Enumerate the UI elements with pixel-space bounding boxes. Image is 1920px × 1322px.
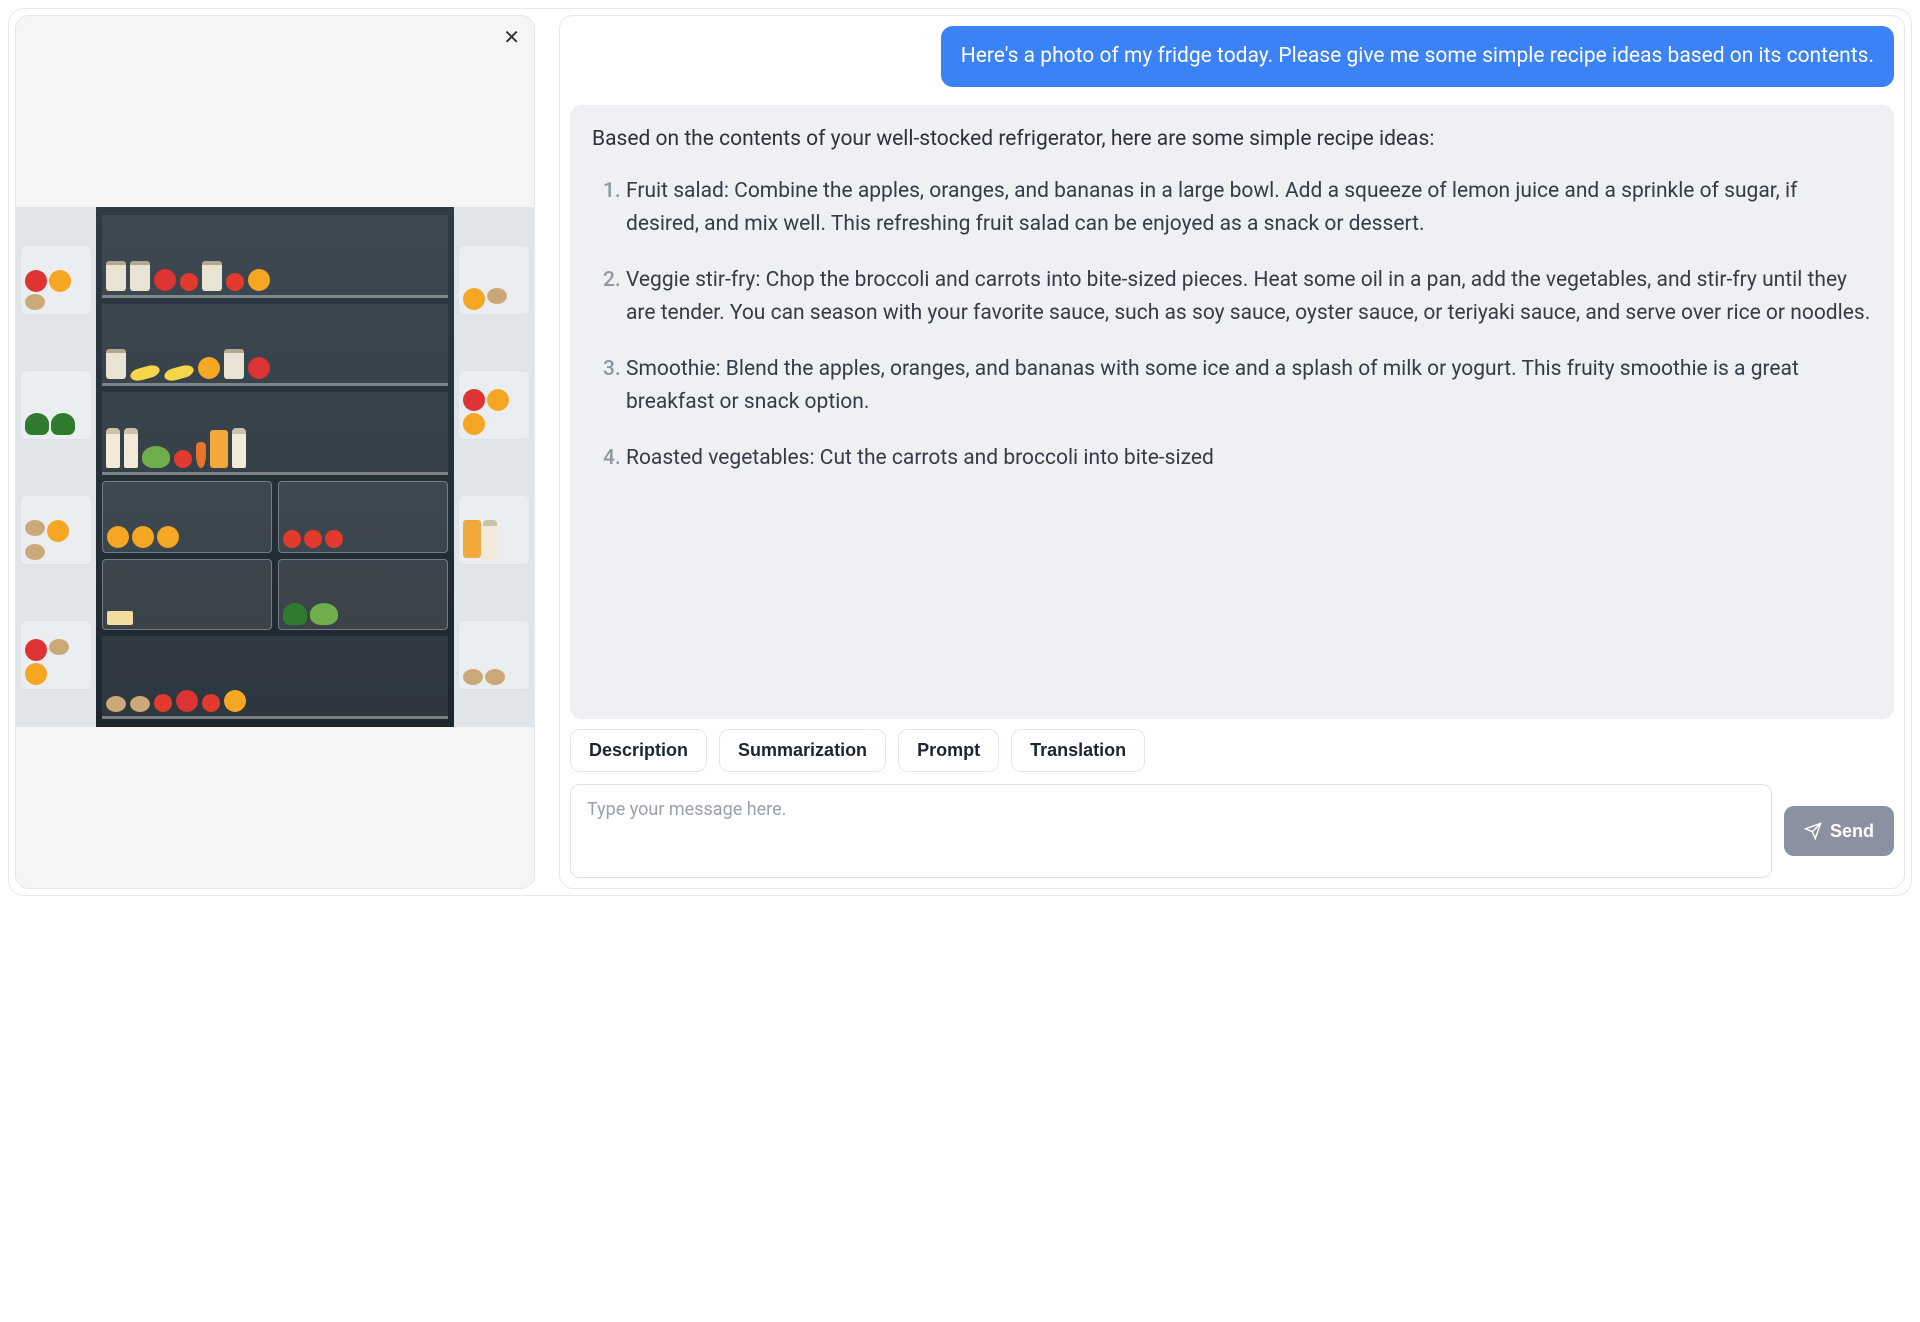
send-button[interactable]: Send <box>1784 806 1894 856</box>
chip-translation[interactable]: Translation <box>1011 729 1145 772</box>
uploaded-image <box>16 207 534 727</box>
assistant-intro: Based on the contents of your well-stock… <box>592 123 1872 156</box>
app-root: ✕ <box>8 8 1912 896</box>
user-message: Here's a photo of my fridge today. Pleas… <box>941 26 1894 87</box>
chip-description[interactable]: Description <box>570 729 707 772</box>
suggestion-chips: Description Summarization Prompt Transla… <box>570 729 1894 772</box>
close-image-button[interactable]: ✕ <box>503 28 520 48</box>
assistant-recipe-list: Fruit salad: Combine the apples, oranges… <box>592 175 1872 475</box>
send-label: Send <box>1830 821 1874 842</box>
user-message-text: Here's a photo of my fridge today. Pleas… <box>961 44 1874 68</box>
list-item: Roasted vegetables: Cut the carrots and … <box>626 442 1872 475</box>
send-icon <box>1804 822 1822 840</box>
fridge-interior <box>96 207 454 727</box>
list-item: Smoothie: Blend the apples, oranges, and… <box>626 353 1872 418</box>
compose-row: Send <box>570 784 1894 878</box>
message-input[interactable] <box>570 784 1772 878</box>
close-icon: ✕ <box>503 27 520 49</box>
chip-prompt[interactable]: Prompt <box>898 729 999 772</box>
list-item: Fruit salad: Combine the apples, oranges… <box>626 175 1872 240</box>
message-list: Here's a photo of my fridge today. Pleas… <box>570 26 1894 719</box>
fridge-right-door <box>454 207 534 727</box>
fridge-left-door <box>16 207 96 727</box>
assistant-message: Based on the contents of your well-stock… <box>570 105 1894 719</box>
list-item: Veggie stir-fry: Chop the broccoli and c… <box>626 264 1872 329</box>
chat-panel: Here's a photo of my fridge today. Pleas… <box>559 15 1905 889</box>
chip-summarization[interactable]: Summarization <box>719 729 886 772</box>
image-preview-panel: ✕ <box>15 15 535 889</box>
